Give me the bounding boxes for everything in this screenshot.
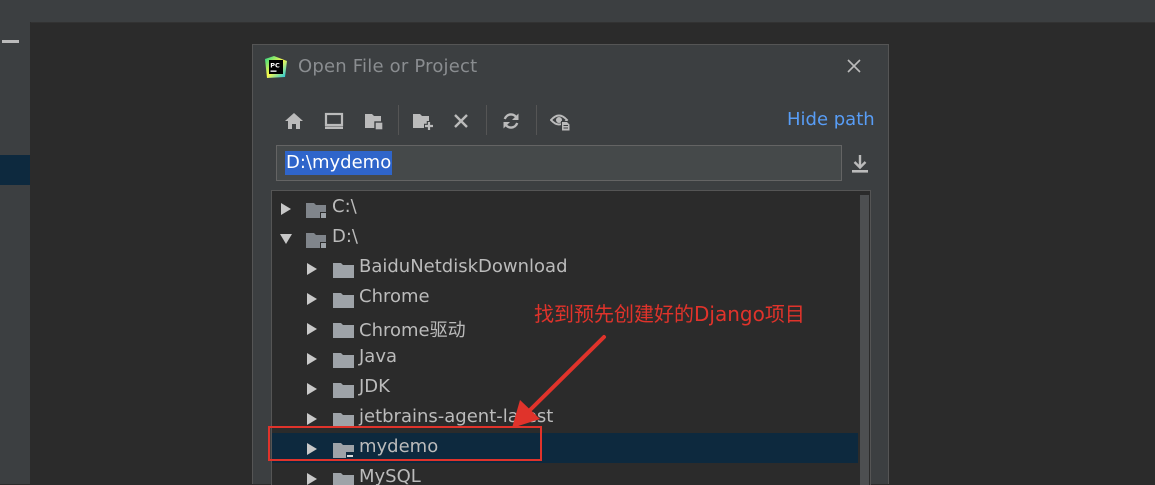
folder-icon xyxy=(333,293,354,308)
tree-item-label: Java xyxy=(359,346,398,367)
home-icon xyxy=(285,113,303,129)
folder-icon xyxy=(333,473,354,485)
collapse-arrow-icon[interactable] xyxy=(279,232,293,246)
tree-item-label: Chrome驱动 xyxy=(359,320,466,341)
toolbar-separator xyxy=(486,105,487,135)
expand-arrow-icon[interactable] xyxy=(305,442,319,456)
show-hidden-files-button[interactable] xyxy=(548,108,574,134)
scrollbar-thumb[interactable] xyxy=(860,195,869,485)
left-panel-selected-item[interactable] xyxy=(0,155,30,185)
tree-item-mysql[interactable]: MySQL xyxy=(272,463,858,485)
show-hidden-files-icon xyxy=(550,114,571,131)
pycharm-logo-icon: PC xyxy=(265,56,287,78)
expand-arrow-icon[interactable] xyxy=(305,262,319,276)
new-folder-button[interactable] xyxy=(410,108,436,134)
tree-item-label: D:\ xyxy=(332,226,358,247)
tree-item-java[interactable]: Java xyxy=(272,343,858,373)
dialog-title: Open File or Project xyxy=(298,56,478,77)
minimize-icon[interactable] xyxy=(2,40,19,43)
expand-arrow-icon[interactable] xyxy=(305,292,319,306)
ide-top-bar xyxy=(0,0,1155,23)
expand-arrow-icon[interactable] xyxy=(305,412,319,426)
tree-item-drive-d[interactable]: D:\ xyxy=(272,223,858,253)
tree-item-label: mydemo xyxy=(359,436,439,457)
refresh-icon xyxy=(503,113,519,129)
drive-folder-icon xyxy=(306,233,326,248)
download-icon[interactable] xyxy=(849,153,871,175)
desktop-icon xyxy=(324,112,344,129)
tree-item-mydemo[interactable]: mydemo xyxy=(272,433,858,463)
home-button[interactable] xyxy=(281,108,307,134)
refresh-button[interactable] xyxy=(498,108,524,134)
tree-item-drive-c[interactable]: C:\ xyxy=(272,193,858,223)
tree-item-label: Chrome xyxy=(359,286,430,307)
expand-arrow-icon[interactable] xyxy=(305,472,319,485)
drive-folder-icon xyxy=(306,203,326,218)
close-icon[interactable] xyxy=(843,55,865,77)
new-folder-icon xyxy=(413,114,434,131)
delete-icon xyxy=(454,114,468,128)
project-folder-icon xyxy=(333,443,355,458)
folder-icon xyxy=(333,263,354,278)
toolbar-separator xyxy=(536,105,537,135)
expand-arrow-icon[interactable] xyxy=(305,322,319,336)
expand-arrow-icon[interactable] xyxy=(279,202,293,216)
tree-item-label: MySQL xyxy=(359,466,421,485)
annotation-text: 找到预先创建好的Django项目 xyxy=(534,302,805,326)
file-tree[interactable]: C:\ D:\ BaiduNetdiskDownload Chrome Chro… xyxy=(271,190,871,485)
tree-item-jdk[interactable]: JDK xyxy=(272,373,858,403)
path-input[interactable] xyxy=(276,145,842,181)
folder-icon xyxy=(333,383,354,398)
project-folder-button[interactable] xyxy=(361,108,387,134)
delete-button[interactable] xyxy=(448,108,474,134)
tree-item-label: BaiduNetdiskDownload xyxy=(359,256,568,277)
tree-item-label: JDK xyxy=(359,376,390,397)
toolbar-separator xyxy=(398,105,399,135)
ide-left-panel xyxy=(0,22,31,484)
tree-item-label: C:\ xyxy=(332,196,357,217)
folder-icon xyxy=(333,323,354,338)
open-file-dialog: PC Open File or Project Hide path D:\myd… xyxy=(252,44,889,485)
hide-path-link[interactable]: Hide path xyxy=(787,109,875,130)
folder-icon xyxy=(333,413,354,428)
expand-arrow-icon[interactable] xyxy=(305,352,319,366)
tree-item-jetbrains-agent-latest[interactable]: jetbrains-agent-latest xyxy=(272,403,858,433)
project-folder-icon xyxy=(365,114,384,131)
tree-item-label: jetbrains-agent-latest xyxy=(359,406,554,427)
folder-icon xyxy=(333,353,354,368)
tree-item-baidunetdiskdownload[interactable]: BaiduNetdiskDownload xyxy=(272,253,858,283)
expand-arrow-icon[interactable] xyxy=(305,382,319,396)
svg-text:PC: PC xyxy=(270,61,280,69)
desktop-button[interactable] xyxy=(321,108,347,134)
